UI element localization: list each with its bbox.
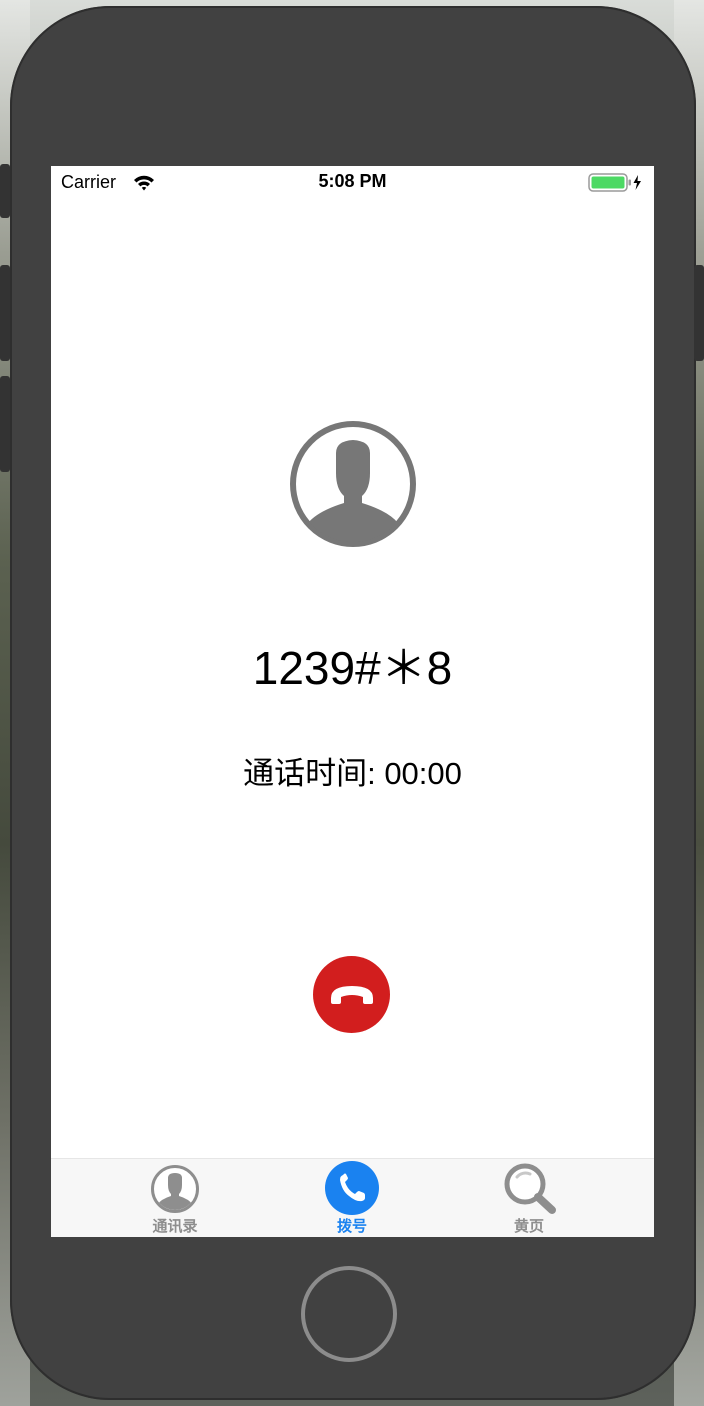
tab-yellow-pages-label: 黄页: [513, 1217, 544, 1235]
volume-down-button: [0, 376, 10, 472]
tab-bar: 通讯录 拨号 黄页: [51, 1158, 654, 1237]
tab-contacts[interactable]: 通讯录: [115, 1159, 235, 1237]
tab-dial[interactable]: 拨号: [292, 1159, 412, 1237]
phone-screen: Carrier 5:08 PM 1239#＊8 通话时间: 00:00 通讯录 …: [51, 166, 654, 1237]
caller-avatar-icon: [288, 419, 418, 549]
person-circle-icon: [150, 1164, 200, 1214]
status-time: 5:08 PM: [318, 171, 387, 191]
mute-switch: [0, 164, 10, 218]
phone-icon: [325, 1161, 379, 1215]
power-button: [694, 265, 704, 361]
tab-contacts-label: 通讯录: [152, 1217, 198, 1235]
phone-hangup-icon: [331, 986, 373, 1004]
magnifier-icon: [504, 1163, 556, 1214]
home-button[interactable]: [301, 1266, 397, 1362]
tab-dial-label: 拨号: [336, 1217, 367, 1235]
status-bar: Carrier 5:08 PM: [51, 166, 654, 200]
hang-up-button[interactable]: [313, 956, 390, 1033]
call-duration: 通话时间: 00:00: [243, 756, 462, 791]
battery-icon: [588, 173, 646, 197]
volume-up-button: [0, 265, 10, 361]
tab-yellow-pages[interactable]: 黄页: [469, 1159, 589, 1237]
dialed-number: 1239#＊8: [252, 642, 453, 694]
